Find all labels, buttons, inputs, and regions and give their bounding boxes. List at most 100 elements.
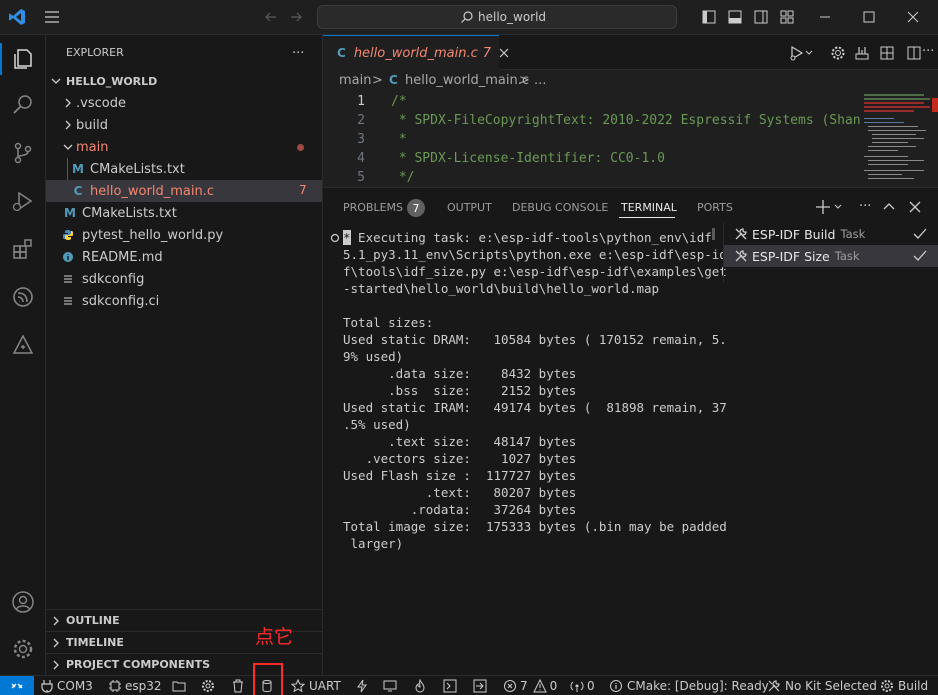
tree-item-readme[interactable]: README.md [46,246,322,268]
terminal-task-build[interactable]: ESP-IDF Build Task [724,223,938,245]
error-count: 7 [520,679,528,693]
kit-label: No Kit Selected [785,679,877,693]
check-icon [913,249,927,263]
more-actions-icon[interactable]: ··· [292,46,304,61]
terminal-output[interactable]: * Executing task: e:\esp-idf-tools\pytho… [343,229,727,669]
python-file-icon [62,229,78,241]
debug-button[interactable] [413,676,427,695]
search-text: hello_world [478,10,547,24]
tab-terminal[interactable]: TERMINAL [621,201,677,214]
code-line: * SPDX-License-Identifier: CC0-1.0 [391,151,665,166]
tree-item-sdkconfig[interactable]: sdkconfig [46,268,322,290]
tree-item-main-cmakelists[interactable]: M CMakeLists.txt [46,158,322,180]
command-center-search[interactable]: hello_world [317,5,677,29]
target-selector[interactable]: esp32 [108,676,162,695]
menuconfig-button[interactable] [201,676,215,695]
settings-gear-icon[interactable] [830,45,846,61]
monitor-button[interactable] [383,676,397,695]
tab-output[interactable]: OUTPUT [447,201,492,214]
build-label: Build [898,679,929,693]
breadcrumb-file[interactable]: hello_world_main.c [405,73,529,88]
maximize-panel-icon[interactable] [882,200,896,214]
problem-count-badge: 7 [299,183,307,197]
line-number: 4 [357,151,365,166]
tree-item-build[interactable]: build [46,114,322,136]
toggle-sidebar-icon[interactable] [702,10,716,24]
espressif-icon[interactable] [7,281,39,313]
terminal-line: 5.1_py3.11_env\Scripts\python.exe e:\esp… [343,247,727,262]
build-flash-monitor-button[interactable] [473,676,487,695]
terminal-list: ESP-IDF Build Task ESP-IDF Size Task [723,223,938,283]
tree-item-sdkconfig-ci[interactable]: sdkconfig.ci [46,290,322,312]
new-terminal-plus-icon[interactable] [816,199,844,215]
cmake-status[interactable]: CMake: [Debug]: Ready [609,676,769,695]
remote-indicator[interactable] [0,676,34,695]
manage-gear-icon[interactable] [7,633,39,665]
toggle-secondary-sidebar-icon[interactable] [754,10,768,24]
build-icon[interactable] [854,45,870,61]
terminal-line: .vectors size: 1027 bytes [343,451,577,466]
tree-item-cmakelists[interactable]: M CMakeLists.txt [46,202,322,224]
flash-type-selector[interactable]: UART [291,676,341,695]
search-view-icon[interactable] [7,89,39,121]
code-line: */ [391,170,415,185]
serial-port-selector[interactable]: COM3 [41,676,93,695]
tab-ports[interactable]: PORTS [697,201,733,214]
minimap[interactable] [860,92,938,187]
close-tab-icon[interactable] [499,48,509,58]
tab-debug-console[interactable]: DEBUG CONSOLE [512,201,608,214]
tree-item-pytest[interactable]: pytest_hello_world.py [46,224,322,246]
terminal-task-size[interactable]: ESP-IDF Size Task [724,245,938,267]
account-icon[interactable] [7,586,39,618]
split-editor-icon[interactable] [906,45,922,61]
idf-explorer-icon[interactable] [7,329,39,361]
back-arrow-icon[interactable] [264,10,278,24]
cmake-build-button[interactable]: Build [880,676,928,695]
breadcrumb-folder[interactable]: main [339,73,371,88]
full-clean-button[interactable] [231,676,245,695]
menu-icon[interactable] [44,9,60,25]
workspace-folder-header[interactable]: HELLO_WORLD [46,70,322,92]
explorer-icon[interactable] [7,43,39,75]
chevron-right-icon [48,635,64,651]
chevron-right-icon [48,657,64,673]
code-editor[interactable]: 1 /* 2 * SPDX-FileCopyrightText: 2010-20… [323,92,938,187]
ports-status[interactable]: 0 [569,676,595,695]
tab-hello-world-main[interactable]: C hello_world_main.c 7 [323,35,509,70]
explorer-sidebar: EXPLORER ··· HELLO_WORLD .vscode build m… [46,35,323,675]
tree-item-vscode[interactable]: .vscode [46,92,322,114]
terminal-line: Total sizes: [343,315,434,330]
tree-item-main[interactable]: main [46,136,322,158]
panel-more-actions-icon[interactable]: ··· [859,199,871,214]
close-panel-icon[interactable] [908,200,922,214]
toggle-panel-icon[interactable] [728,10,742,24]
editor-more-actions-icon[interactable]: ··· [922,44,934,59]
run-debug-icon[interactable] [7,185,39,217]
breadcrumb-symbol[interactable]: > ... [519,73,546,88]
active-tab-underline [619,217,675,218]
maximize-icon[interactable] [862,10,876,24]
kit-selector[interactable]: No Kit Selected [767,676,877,695]
customize-layout-icon[interactable] [780,10,794,24]
extensions-icon[interactable] [7,233,39,265]
line-number: 3 [357,132,365,147]
line-number: 5 [357,170,365,185]
broadcast-icon [570,681,584,692]
section-label: TIMELINE [66,636,124,649]
run-task-icon[interactable] [789,45,813,61]
remote-icon [11,683,23,689]
flash-device-icon[interactable] [879,45,895,61]
tree-item-hello-world-main[interactable]: C hello_world_main.c 7 [46,180,322,202]
status-bar: COM3 esp32 UART 7 0 0 CMake: [Debug]: Re… [0,663,938,695]
ports-count: 0 [587,679,595,693]
close-window-icon[interactable] [906,10,920,24]
forward-arrow-icon[interactable] [289,10,303,24]
sdkconfig-editor-button[interactable] [172,676,186,695]
terminal-button[interactable] [443,676,457,695]
terminal-icon [443,679,457,693]
problems-status[interactable]: 7 0 [503,676,557,695]
tab-problems[interactable]: PROBLEMS [343,201,403,214]
minimize-icon[interactable] [818,10,832,24]
flash-button[interactable] [355,676,369,695]
source-control-icon[interactable] [7,137,39,169]
